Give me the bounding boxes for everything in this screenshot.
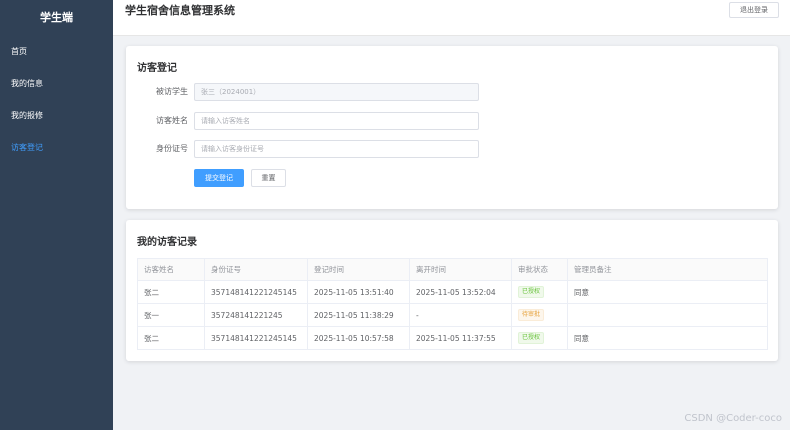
records-table: 访客姓名 身份证号 登记时间 离开时间 审批状态 管理员备注 张二 357148… <box>137 258 768 350</box>
cell-visitor-name: 张二 <box>137 280 205 304</box>
cell-id-number: 357148141221245145 <box>204 326 308 350</box>
status-badge: 待审批 <box>518 309 545 321</box>
cell-id-number: 357248141221245 <box>204 303 308 327</box>
cell-checkin-time: 2025-11-05 13:51:40 <box>307 280 410 304</box>
header: 学生宿舍信息管理系统 退出登录 <box>113 0 790 36</box>
sidebar-item-my-info[interactable]: 我的信息 <box>0 68 113 100</box>
cell-checkout-time: - <box>409 303 512 327</box>
watermark: CSDN @Coder-coco <box>684 413 782 424</box>
id-number-input[interactable] <box>194 140 479 158</box>
app-title: 学生宿舍信息管理系统 <box>125 4 235 17</box>
visitor-name-input[interactable] <box>194 112 479 130</box>
submit-button[interactable]: 提交登记 <box>194 169 244 187</box>
student-row: 被访学生 <box>126 83 526 101</box>
id-number-row: 身份证号 <box>126 140 526 158</box>
status-badge: 已授权 <box>518 286 545 298</box>
visitor-records-card: 我的访客记录 访客姓名 身份证号 登记时间 离开时间 审批状态 管理员备注 张二… <box>126 220 778 361</box>
cell-checkout-time: 2025-11-05 13:52:04 <box>409 280 512 304</box>
table-row: 张二 357148141221245145 2025-11-05 10:57:5… <box>137 326 768 350</box>
visitor-name-label: 访客姓名 <box>156 116 188 125</box>
sidebar: 学生端 首页 我的信息 我的报修 访客登记 <box>0 0 113 430</box>
student-label: 被访学生 <box>156 87 188 96</box>
visitor-registration-card: 访客登记 被访学生 访客姓名 身份证号 提交登记 重置 <box>126 46 778 209</box>
cell-visitor-name: 张一 <box>137 303 205 327</box>
cell-visitor-name: 张二 <box>137 326 205 350</box>
column-header-remark: 管理员备注 <box>567 258 768 281</box>
sidebar-item-home[interactable]: 首页 <box>0 36 113 68</box>
student-input <box>194 83 479 101</box>
column-header-status: 审批状态 <box>511 258 568 281</box>
cell-checkin-time: 2025-11-05 11:38:29 <box>307 303 410 327</box>
records-title: 我的访客记录 <box>137 237 197 248</box>
column-header-visitor-name: 访客姓名 <box>137 258 205 281</box>
cell-status: 已授权 <box>511 326 568 350</box>
logout-button[interactable]: 退出登录 <box>729 2 779 18</box>
form-title: 访客登记 <box>137 63 177 74</box>
status-badge: 已授权 <box>518 332 545 344</box>
sidebar-item-visitor-registration[interactable]: 访客登记 <box>0 132 113 164</box>
cell-status: 已授权 <box>511 280 568 304</box>
cell-id-number: 357148141221245145 <box>204 280 308 304</box>
cell-remark: 同意 <box>567 326 768 350</box>
table-row: 张一 357248141221245 2025-11-05 11:38:29 -… <box>137 303 768 327</box>
cell-checkout-time: 2025-11-05 11:37:55 <box>409 326 512 350</box>
visitor-name-row: 访客姓名 <box>126 112 526 130</box>
reset-button[interactable]: 重置 <box>251 169 286 187</box>
column-header-checkin-time: 登记时间 <box>307 258 410 281</box>
id-number-label: 身份证号 <box>156 144 188 153</box>
cell-checkin-time: 2025-11-05 10:57:58 <box>307 326 410 350</box>
column-header-id-number: 身份证号 <box>204 258 308 281</box>
sidebar-title: 学生端 <box>40 11 73 24</box>
sidebar-item-my-repairs[interactable]: 我的报修 <box>0 100 113 132</box>
cell-remark <box>567 303 768 327</box>
table-header-row: 访客姓名 身份证号 登记时间 离开时间 审批状态 管理员备注 <box>137 258 768 281</box>
column-header-checkout-time: 离开时间 <box>409 258 512 281</box>
cell-status: 待审批 <box>511 303 568 327</box>
cell-remark: 同意 <box>567 280 768 304</box>
table-row: 张二 357148141221245145 2025-11-05 13:51:4… <box>137 280 768 304</box>
